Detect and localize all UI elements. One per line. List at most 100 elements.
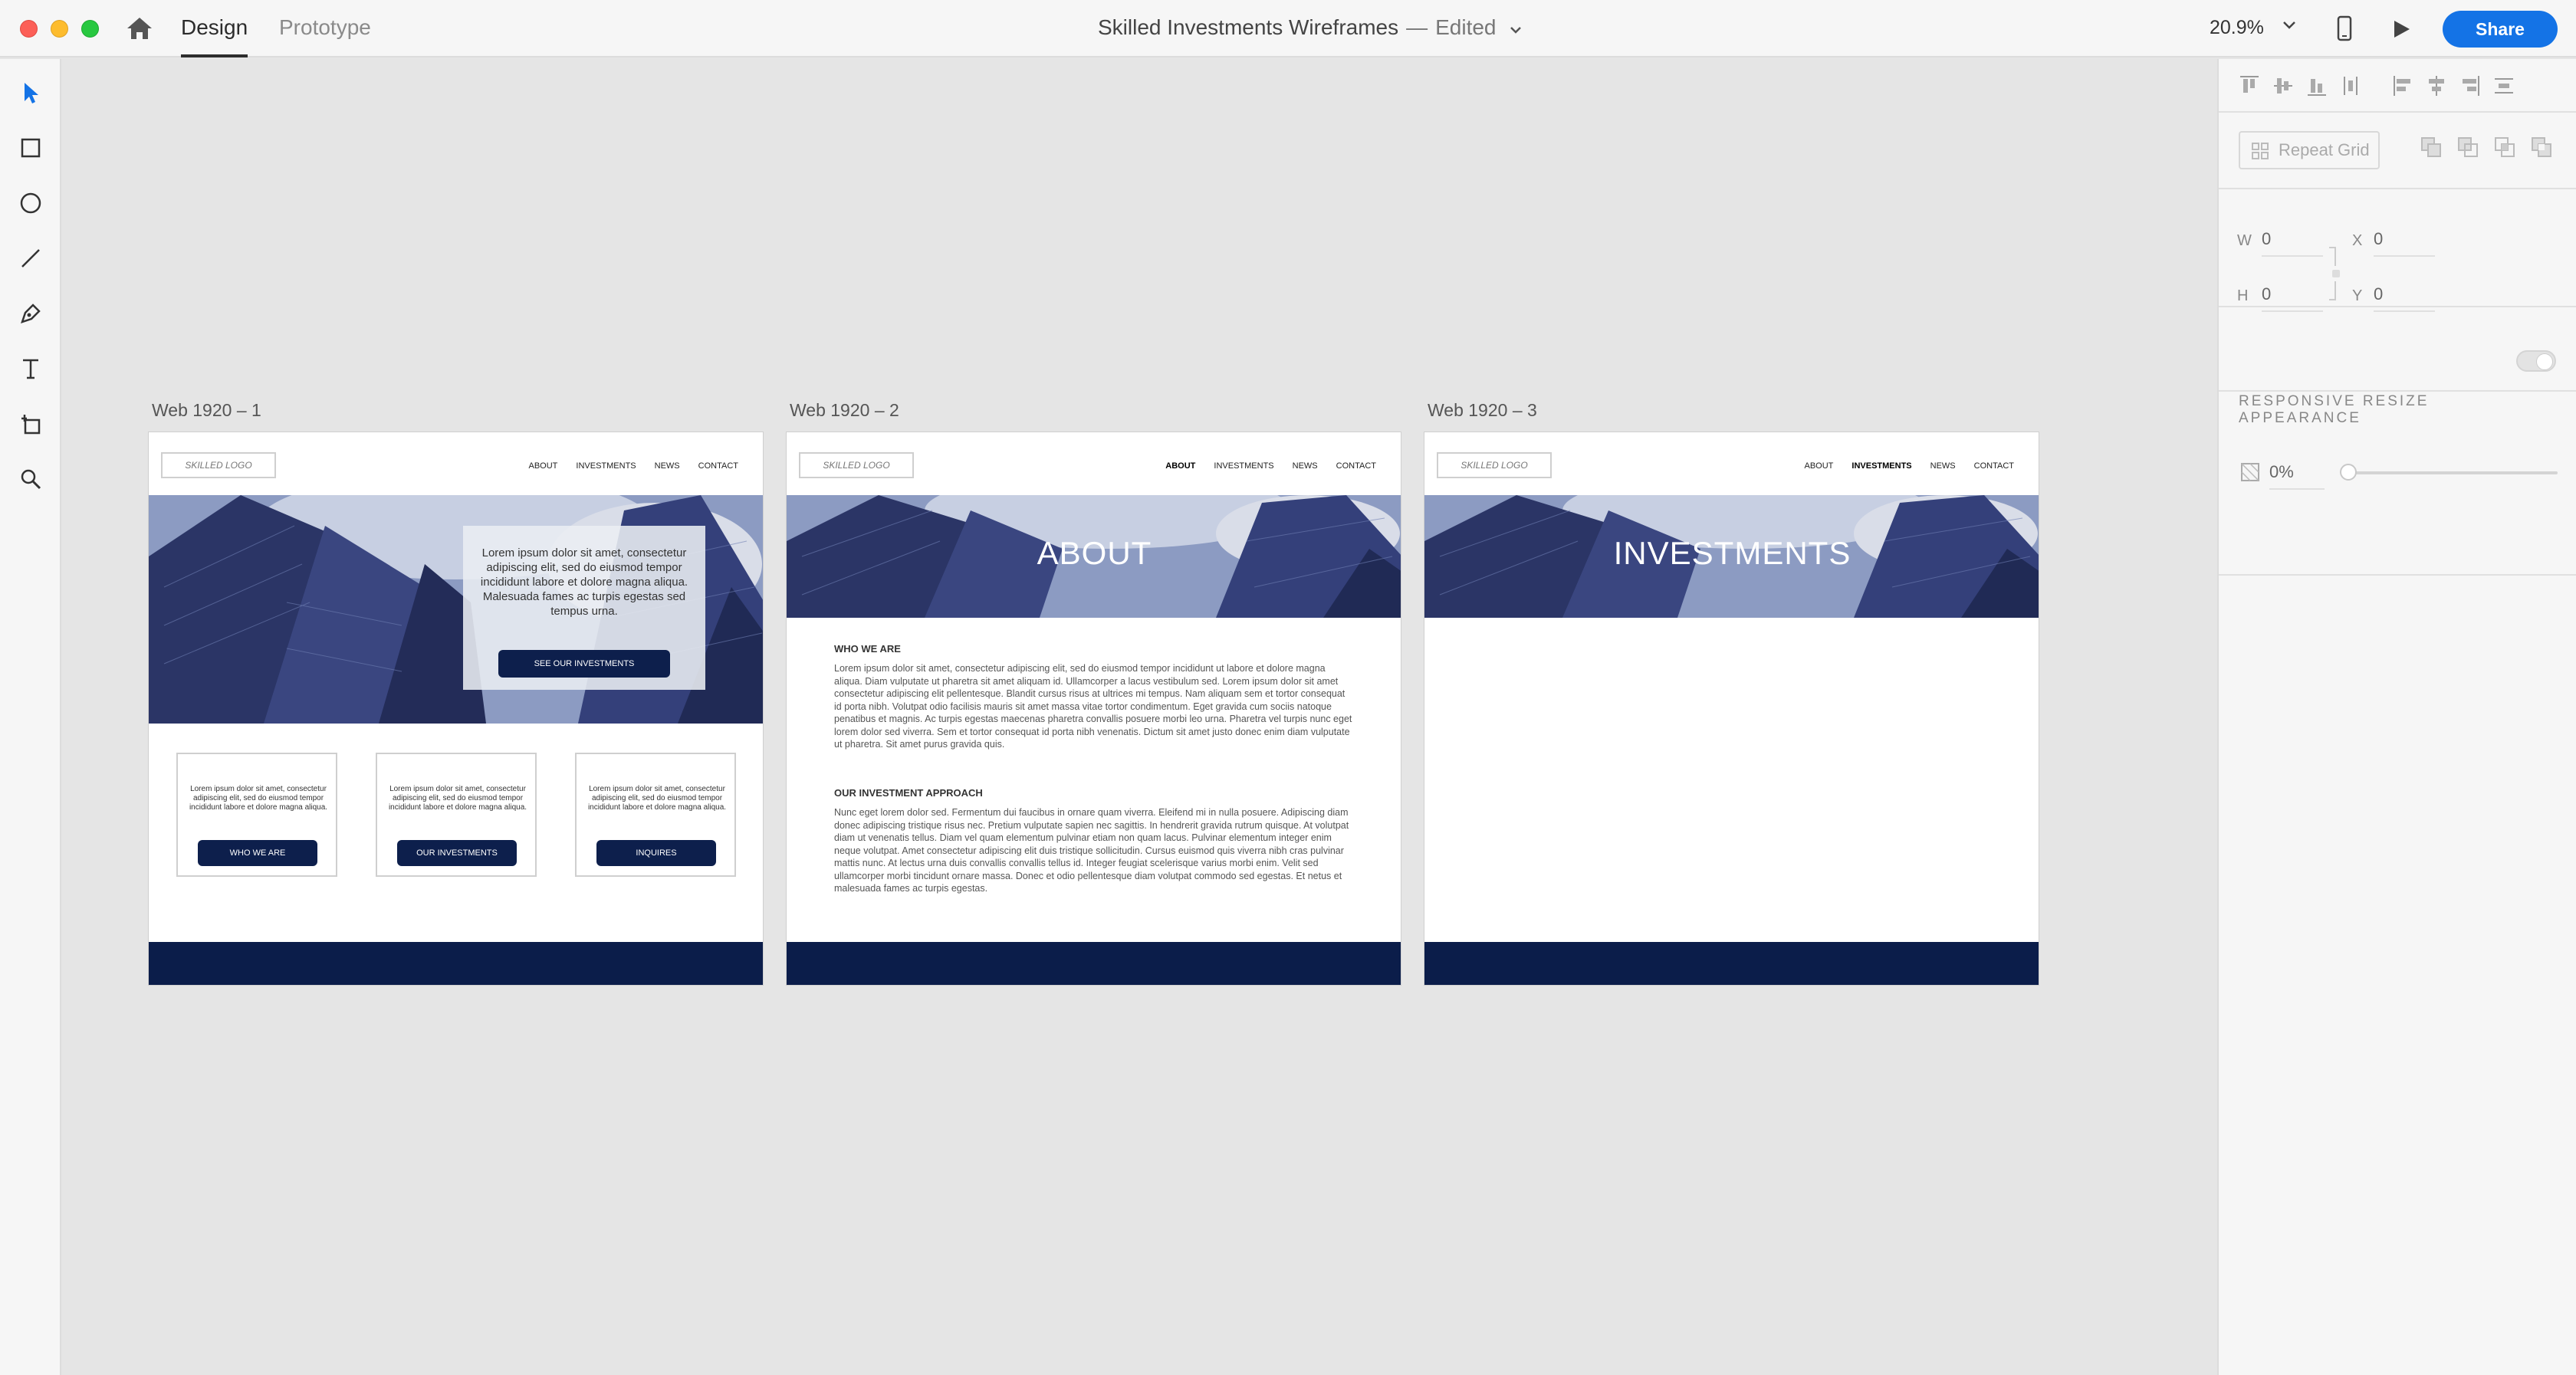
nav-news: NEWS xyxy=(1292,461,1318,471)
zoom-icon xyxy=(21,469,41,490)
repeat-grid-row: Repeat Grid xyxy=(2219,113,2576,189)
align-middle-icon[interactable] xyxy=(2272,74,2294,97)
tab-design[interactable]: Design xyxy=(181,15,248,57)
tools-toolbar xyxy=(0,59,61,1375)
zoom-chevron-down-icon[interactable] xyxy=(2282,17,2297,32)
title-separator: — xyxy=(1406,15,1428,39)
play-icon[interactable] xyxy=(2390,18,2412,40)
section-text-investment-approach: Nunc eget lorem dolor sed. Fermentum dui… xyxy=(834,807,1349,894)
align-top-icon[interactable] xyxy=(2239,74,2260,97)
property-inspector: Repeat Grid W 0 H 0 X 0 Y 0 RESPONSIVE R… xyxy=(2217,59,2576,1375)
card-text: Lorem ipsum dolor sit amet, consectetur … xyxy=(587,785,727,812)
repeat-grid-button[interactable]: Repeat Grid xyxy=(2239,131,2380,169)
width-field[interactable]: 0 xyxy=(2262,229,2323,257)
opacity-slider-track[interactable] xyxy=(2346,471,2558,474)
who-we-are-button[interactable]: WHO WE ARE xyxy=(198,840,317,866)
opacity-field[interactable]: 0% xyxy=(2269,462,2325,490)
artboard-web-1[interactable]: SKILLED LOGO ABOUT INVESTMENTS NEWS CONT… xyxy=(148,432,764,986)
boolean-add-icon[interactable] xyxy=(2420,136,2443,159)
line-icon xyxy=(21,249,40,267)
hero-image: Lorem ipsum dolor sit amet, consectetur … xyxy=(149,495,763,724)
document-status: Edited xyxy=(1435,15,1497,39)
card-text: Lorem ipsum dolor sit amet, consectetur … xyxy=(388,785,527,812)
hero-banner: ABOUT xyxy=(787,495,1401,618)
site-footer xyxy=(787,942,1401,985)
section-text-who-we-are: Lorem ipsum dolor sit amet, consectetur … xyxy=(834,663,1352,750)
align-center-icon[interactable] xyxy=(2426,74,2447,97)
site-nav: ABOUT INVESTMENTS NEWS CONTACT xyxy=(529,461,739,471)
repeat-grid-label: Repeat Grid xyxy=(2279,140,2370,159)
nav-contact: CONTACT xyxy=(698,461,738,471)
logo-placeholder: SKILLED LOGO xyxy=(161,452,276,478)
align-toolbar xyxy=(2219,59,2576,113)
pen-icon xyxy=(21,304,41,323)
lock-aspect-icon[interactable] xyxy=(2328,246,2341,301)
logo-placeholder: SKILLED LOGO xyxy=(1437,452,1552,478)
artboard-label-1[interactable]: Web 1920 – 1 xyxy=(152,400,261,421)
pen-tool[interactable] xyxy=(15,298,46,329)
opacity-icon xyxy=(2241,463,2259,481)
nav-about: ABOUT xyxy=(528,461,558,471)
our-investments-button[interactable]: OUR INVESTMENTS xyxy=(397,840,517,866)
close-window-button[interactable] xyxy=(20,20,38,38)
responsive-resize-toggle[interactable] xyxy=(2516,350,2556,372)
document-name: Skilled Investments Wireframes xyxy=(1098,15,1399,39)
y-label: Y xyxy=(2352,287,2363,304)
artboard-tool[interactable] xyxy=(15,409,46,439)
align-left-icon[interactable] xyxy=(2392,74,2413,97)
card-our-investments: Lorem ipsum dolor sit amet, consectetur … xyxy=(376,753,537,877)
artboard-label-2[interactable]: Web 1920 – 2 xyxy=(790,400,899,421)
line-tool[interactable] xyxy=(15,243,46,274)
site-header: SKILLED LOGO ABOUT INVESTMENTS NEWS CONT… xyxy=(149,432,763,495)
section-heading-investment-approach: OUR INVESTMENT APPROACH xyxy=(834,787,983,799)
device-preview-icon[interactable] xyxy=(2337,15,2352,41)
distribute-horizontal-icon[interactable] xyxy=(2493,74,2515,97)
x-label: X xyxy=(2352,232,2363,249)
home-icon[interactable] xyxy=(126,15,153,41)
card-who-we-are: Lorem ipsum dolor sit amet, consectetur … xyxy=(176,753,337,877)
share-button[interactable]: Share xyxy=(2443,11,2558,48)
minimize-window-button[interactable] xyxy=(51,20,68,38)
site-nav: ABOUT INVESTMENTS NEWS CONTACT xyxy=(1805,461,2015,471)
select-arrow-icon xyxy=(25,83,38,103)
document-title[interactable]: Skilled Investments Wireframes — Edited xyxy=(1098,15,1522,40)
logo-placeholder: SKILLED LOGO xyxy=(799,452,914,478)
opacity-slider-thumb[interactable] xyxy=(2340,464,2357,481)
zoom-level[interactable]: 20.9% xyxy=(2210,17,2264,39)
chevron-down-icon[interactable] xyxy=(1510,25,1522,34)
x-field[interactable]: 0 xyxy=(2374,229,2435,257)
align-right-icon[interactable] xyxy=(2459,74,2481,97)
nav-contact: CONTACT xyxy=(1336,461,1376,471)
select-tool[interactable] xyxy=(15,77,46,108)
nav-about: ABOUT xyxy=(1165,461,1196,471)
site-footer xyxy=(149,942,763,985)
width-label: W xyxy=(2237,232,2252,249)
artboard-web-3[interactable]: SKILLED LOGO ABOUT INVESTMENTS NEWS CONT… xyxy=(1424,432,2039,986)
text-icon xyxy=(23,359,38,379)
boolean-subtract-icon[interactable] xyxy=(2456,136,2479,159)
artboard-web-2[interactable]: SKILLED LOGO ABOUT INVESTMENTS NEWS CONT… xyxy=(786,432,1401,986)
text-tool[interactable] xyxy=(15,353,46,384)
boolean-exclude-icon[interactable] xyxy=(2530,136,2553,159)
repeat-grid-icon xyxy=(2252,143,2269,159)
rectangle-tool[interactable] xyxy=(15,133,46,163)
see-investments-button[interactable]: SEE OUR INVESTMENTS xyxy=(498,650,670,678)
site-nav: ABOUT INVESTMENTS NEWS CONTACT xyxy=(1165,461,1376,471)
card-text: Lorem ipsum dolor sit amet, consectetur … xyxy=(189,785,328,812)
align-bottom-icon[interactable] xyxy=(2306,74,2328,97)
artboard-icon xyxy=(21,415,41,435)
rectangle-icon xyxy=(21,138,41,158)
inquires-button[interactable]: INQUIRES xyxy=(596,840,716,866)
tab-prototype[interactable]: Prototype xyxy=(279,15,371,57)
height-label: H xyxy=(2237,287,2249,304)
boolean-intersect-icon[interactable] xyxy=(2493,136,2516,159)
responsive-resize-row: RESPONSIVE RESIZE xyxy=(2219,307,2576,409)
zoom-window-button[interactable] xyxy=(81,20,99,38)
nav-investments: INVESTMENTS xyxy=(576,461,636,471)
artboard-label-3[interactable]: Web 1920 – 3 xyxy=(1428,400,1537,421)
hero-title: INVESTMENTS xyxy=(1613,535,1852,571)
zoom-tool[interactable] xyxy=(15,464,46,494)
ellipse-tool[interactable] xyxy=(15,188,46,218)
distribute-vertical-icon[interactable] xyxy=(2340,74,2361,97)
hero-text-card: Lorem ipsum dolor sit amet, consectetur … xyxy=(463,526,705,690)
